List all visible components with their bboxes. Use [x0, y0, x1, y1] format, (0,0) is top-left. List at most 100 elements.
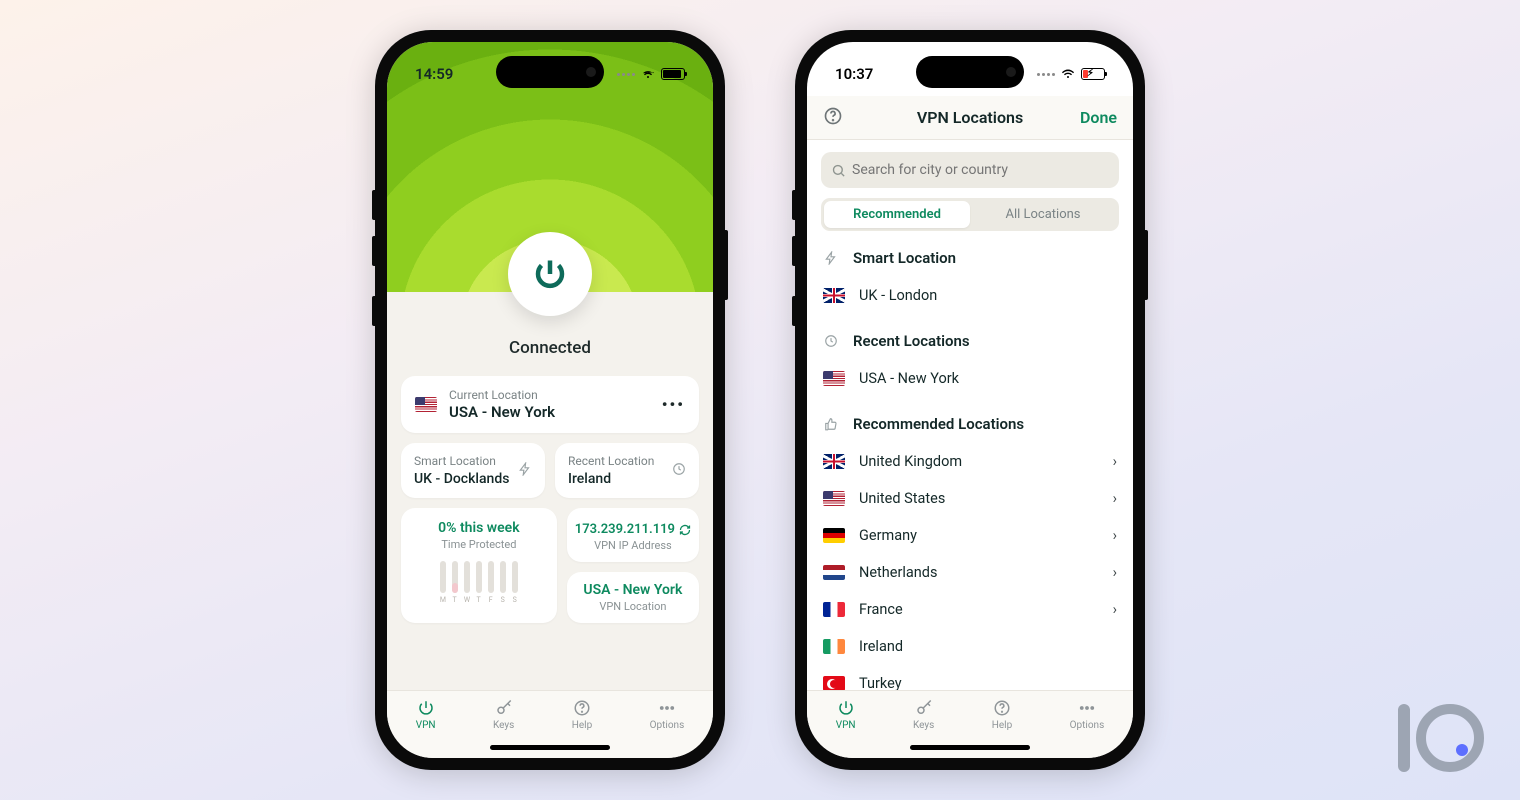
section-title: Recommended Locations — [853, 415, 1024, 433]
key-icon — [915, 699, 933, 717]
home-indicator[interactable] — [910, 745, 1030, 750]
connection-status: Connected — [387, 338, 713, 358]
smart-location-card[interactable]: Smart Location UK - Docklands — [401, 443, 545, 498]
watermark-logo — [1398, 704, 1484, 772]
flag-us-icon — [823, 491, 845, 506]
vpn-location-sub: VPN Location — [575, 600, 691, 613]
help-icon — [573, 699, 591, 717]
recent-location-card[interactable]: Recent Location Ireland — [555, 443, 699, 498]
segment-all[interactable]: All Locations — [970, 201, 1116, 228]
tab-keys[interactable]: Keys — [493, 699, 514, 731]
vpn-location-value: USA - New York — [575, 582, 691, 598]
list-item-label: France — [859, 601, 903, 618]
phone-right: 10:37 ⚡︎ VPN Locations Done Recommended … — [795, 30, 1145, 770]
clock: 10:37 — [835, 65, 873, 83]
power-icon — [532, 256, 568, 292]
smart-location-item[interactable]: UK - London — [821, 277, 1119, 314]
list-item-label: Ireland — [859, 638, 903, 655]
current-location-label: Current Location — [449, 388, 650, 402]
recent-location-item[interactable]: USA - New York — [821, 360, 1119, 397]
options-icon — [658, 699, 676, 717]
tab-help[interactable]: Help — [572, 699, 592, 731]
flag-ie-icon — [823, 639, 845, 654]
tab-vpn[interactable]: VPN — [836, 699, 856, 731]
vpn-location-card[interactable]: USA - New York VPN Location — [567, 572, 699, 623]
search-input[interactable] — [821, 152, 1119, 188]
wifi-icon — [1060, 68, 1076, 80]
help-icon — [823, 106, 843, 126]
smart-location-value: UK - Docklands — [414, 471, 509, 487]
tab-options[interactable]: Options — [650, 699, 685, 731]
recent-location-value: Ireland — [568, 471, 654, 487]
tab-keys[interactable]: Keys — [913, 699, 934, 731]
help-icon — [993, 699, 1011, 717]
flag-us-icon — [415, 397, 437, 412]
vpn-ip-card[interactable]: 173.239.211.119 VPN IP Address — [567, 508, 699, 562]
wifi-icon — [640, 68, 656, 80]
time-protected-headline: 0% this week — [413, 520, 545, 536]
list-item[interactable]: France › — [821, 591, 1119, 628]
chevron-right-icon: › — [1113, 564, 1117, 581]
time-protected-day-labels: MTWTFSS — [413, 596, 545, 604]
section-title: Recent Locations — [853, 332, 970, 350]
tab-label: Options — [1070, 720, 1105, 731]
nav-header: VPN Locations Done — [807, 96, 1133, 140]
search-icon — [831, 163, 846, 178]
vpn-ip-sub: VPN IP Address — [575, 539, 691, 552]
chevron-right-icon: › — [1113, 601, 1117, 618]
dynamic-island — [916, 56, 1024, 88]
segment-recommended[interactable]: Recommended — [824, 201, 970, 228]
tab-label: Options — [650, 720, 685, 731]
current-location-value: USA - New York — [449, 403, 650, 421]
section-smart-location: Smart Location — [821, 231, 1119, 277]
flag-uk-icon — [823, 288, 845, 303]
list-item[interactable]: Netherlands› — [821, 554, 1119, 591]
section-recent-locations: Recent Locations — [821, 314, 1119, 360]
time-protected-card[interactable]: 0% this week Time Protected MTWTFSS — [401, 508, 557, 623]
key-icon — [495, 699, 513, 717]
cellular-icon — [617, 73, 635, 76]
tab-vpn[interactable]: VPN — [416, 699, 436, 731]
time-protected-chart — [413, 561, 545, 593]
list-item[interactable]: United Kingdom› — [821, 443, 1119, 480]
flag-tr-icon — [823, 676, 845, 691]
segment-control[interactable]: Recommended All Locations — [821, 198, 1119, 231]
more-icon[interactable]: ••• — [662, 395, 685, 414]
chevron-right-icon: › — [1113, 527, 1117, 544]
bolt-icon — [823, 251, 839, 265]
list-item-label: Germany — [859, 527, 917, 544]
list-item[interactable]: Ireland — [821, 628, 1119, 665]
battery-icon — [661, 68, 685, 80]
flag-nl-icon — [823, 565, 845, 580]
power-button[interactable] — [508, 232, 592, 316]
search-field[interactable] — [852, 162, 1109, 178]
page-title: VPN Locations — [917, 108, 1023, 127]
power-icon — [417, 699, 435, 717]
options-icon — [1078, 699, 1096, 717]
tab-label: VPN — [836, 720, 856, 731]
help-button[interactable] — [823, 106, 843, 130]
section-title: Smart Location — [853, 249, 956, 267]
time-protected-sub: Time Protected — [413, 538, 545, 551]
smart-location-label: Smart Location — [414, 454, 509, 468]
tab-label: VPN — [416, 720, 436, 731]
chevron-right-icon: › — [1113, 490, 1117, 507]
flag-de-icon — [823, 528, 845, 543]
done-button[interactable]: Done — [1080, 108, 1117, 127]
home-indicator[interactable] — [490, 745, 610, 750]
tab-label: Keys — [493, 720, 514, 731]
clock: 14:59 — [415, 65, 453, 83]
thumbs-up-icon — [823, 417, 839, 431]
tab-label: Help — [572, 720, 592, 731]
tab-options[interactable]: Options — [1070, 699, 1105, 731]
bolt-icon — [518, 461, 532, 480]
list-item[interactable]: Germany › — [821, 517, 1119, 554]
vpn-ip-value: 173.239.211.119 — [575, 522, 675, 537]
flag-uk-icon — [823, 454, 845, 469]
cellular-icon — [1037, 73, 1055, 76]
current-location-card[interactable]: Current Location USA - New York ••• — [401, 376, 699, 433]
list-item[interactable]: United States › — [821, 480, 1119, 517]
tab-help[interactable]: Help — [992, 699, 1012, 731]
flag-us-icon — [823, 371, 845, 386]
list-item-label: United States — [859, 490, 945, 507]
